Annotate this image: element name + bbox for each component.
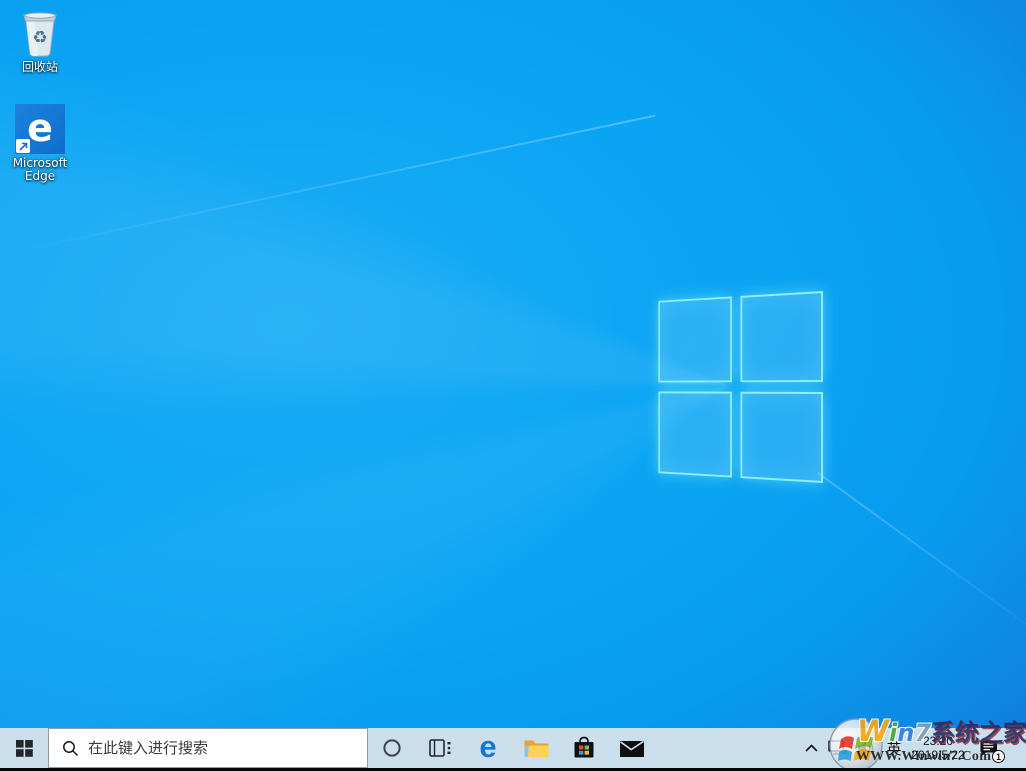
hidden-icons-button[interactable] xyxy=(798,728,824,768)
action-center-button[interactable]: 1 xyxy=(968,728,1008,768)
wallpaper-windows-logo xyxy=(658,291,823,483)
mail-button[interactable] xyxy=(608,728,656,768)
ime-indicator[interactable]: 英 xyxy=(880,728,908,768)
desktop: ♻ 回收站 e Microsoft Edge xyxy=(0,0,1026,771)
logo-pane xyxy=(741,291,823,382)
logo-pane xyxy=(658,296,732,382)
edge-icon: e xyxy=(479,731,496,762)
system-tray: 英 23:20 2019/5/22 1 xyxy=(798,728,1026,768)
network-tray-button[interactable] xyxy=(824,728,852,768)
folder-icon xyxy=(523,737,550,759)
edge-icon: e xyxy=(27,109,53,147)
network-icon xyxy=(828,739,848,757)
task-view-button[interactable] xyxy=(416,728,464,768)
logo-pane xyxy=(741,392,823,483)
logo-pane xyxy=(658,391,732,477)
microsoft-store-button[interactable] xyxy=(560,728,608,768)
svg-text:♻: ♻ xyxy=(32,28,47,48)
mail-icon xyxy=(619,739,645,758)
volume-icon xyxy=(857,740,876,756)
wallpaper-light-beams xyxy=(0,0,1026,771)
start-button[interactable] xyxy=(0,728,48,768)
task-view-icon xyxy=(428,738,452,758)
tray-clock[interactable]: 23:20 2019/5/22 xyxy=(908,728,968,768)
cortana-button[interactable] xyxy=(368,728,416,768)
file-explorer-button[interactable] xyxy=(512,728,560,768)
taskbar: e xyxy=(0,728,1026,768)
desktop-icon-label: 回收站 xyxy=(7,61,73,74)
cortana-icon xyxy=(382,738,402,758)
shortcut-arrow-icon xyxy=(16,139,30,153)
desktop-icon-label: Microsoft Edge xyxy=(7,157,73,183)
desktop-icon-recycle-bin[interactable]: ♻ 回收站 xyxy=(7,8,73,74)
wallpaper-ray xyxy=(817,472,1026,650)
wallpaper xyxy=(0,0,1026,771)
store-icon xyxy=(572,736,596,760)
volume-tray-button[interactable] xyxy=(852,728,880,768)
wallpaper-ray xyxy=(0,115,655,258)
search-input[interactable] xyxy=(88,739,328,757)
clock-time: 23:20 xyxy=(908,734,968,748)
desktop-icon-microsoft-edge[interactable]: e Microsoft Edge xyxy=(7,104,73,183)
windows-start-icon xyxy=(16,740,33,757)
search-icon xyxy=(62,740,79,757)
chevron-up-icon xyxy=(805,744,818,752)
edge-tile: e xyxy=(15,104,65,154)
clock-date: 2019/5/22 xyxy=(908,748,968,762)
recycle-bin-icon: ♻ xyxy=(19,10,61,58)
edge-taskbar-button[interactable]: e xyxy=(464,728,512,768)
notification-badge: 1 xyxy=(992,750,1005,763)
search-box[interactable] xyxy=(48,728,368,768)
